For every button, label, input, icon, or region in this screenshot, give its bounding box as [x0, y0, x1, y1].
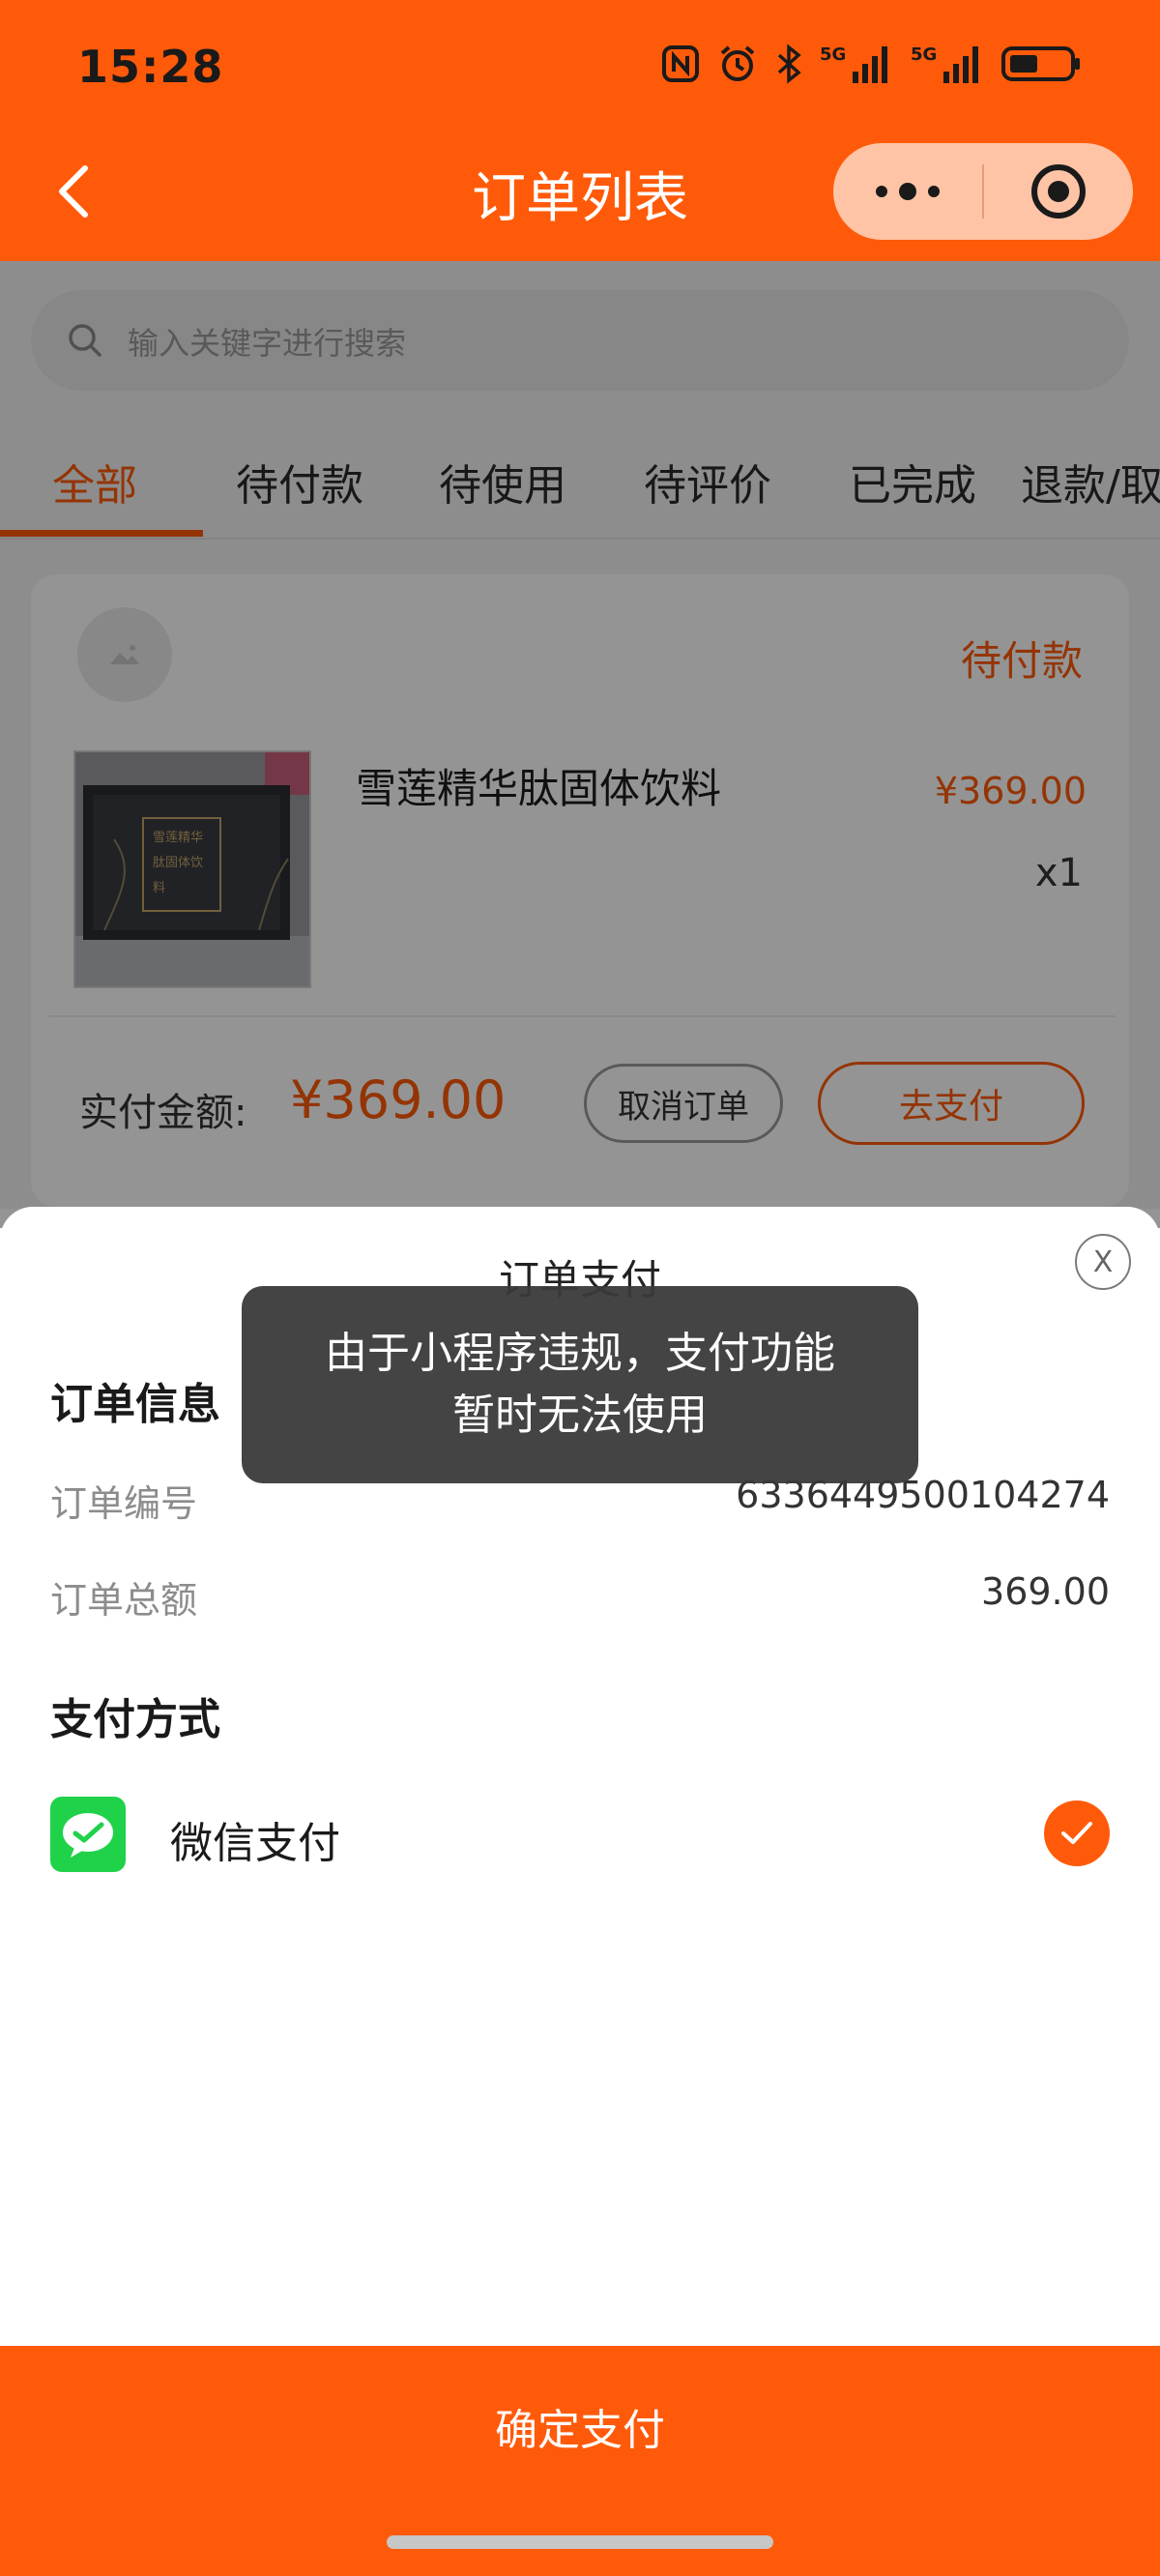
order-total-label: 订单总额 — [50, 1579, 198, 1622]
close-icon: X — [1092, 1244, 1114, 1279]
toast-line-2: 暂时无法使用 — [452, 1390, 708, 1440]
modal-overlay[interactable] — [0, 261, 1160, 1228]
confirm-pay-button[interactable]: 确定支付 — [0, 2346, 1160, 2506]
alarm-icon — [717, 44, 758, 84]
payment-method-title: 支付方式 — [50, 1695, 220, 1744]
target-icon — [1031, 164, 1086, 219]
home-indicator[interactable] — [387, 2535, 773, 2549]
more-dots-icon — [876, 183, 940, 200]
bluetooth-icon — [775, 44, 802, 84]
order-info-title: 订单信息 — [50, 1380, 220, 1429]
more-button[interactable] — [833, 143, 982, 240]
close-sheet-button[interactable]: X — [1075, 1234, 1131, 1290]
payment-selected-check[interactable] — [1044, 1800, 1110, 1866]
svg-text:5G: 5G — [911, 44, 937, 65]
nfc-icon — [661, 44, 700, 83]
order-total-value: 369.00 — [981, 1570, 1110, 1613]
miniprogram-capsule — [833, 143, 1133, 240]
signal-icon-2: 5G — [911, 43, 984, 85]
status-time: 15:28 — [77, 41, 224, 93]
wechat-pay-option[interactable]: 微信支付 — [170, 1808, 340, 1870]
battery-icon — [1001, 44, 1083, 83]
wechat-icon — [50, 1797, 126, 1872]
checkmark-icon — [1061, 1822, 1092, 1844]
order-number-label: 订单编号 — [50, 1482, 198, 1525]
toast-message: 由于小程序违规，支付功能 暂时无法使用 — [242, 1286, 918, 1483]
close-miniprogram-button[interactable] — [984, 143, 1133, 240]
svg-text:5G: 5G — [820, 44, 846, 65]
toast-line-1: 由于小程序违规，支付功能 — [325, 1329, 835, 1378]
status-icons: 5G 5G — [661, 43, 1083, 85]
signal-icon: 5G — [820, 43, 893, 85]
